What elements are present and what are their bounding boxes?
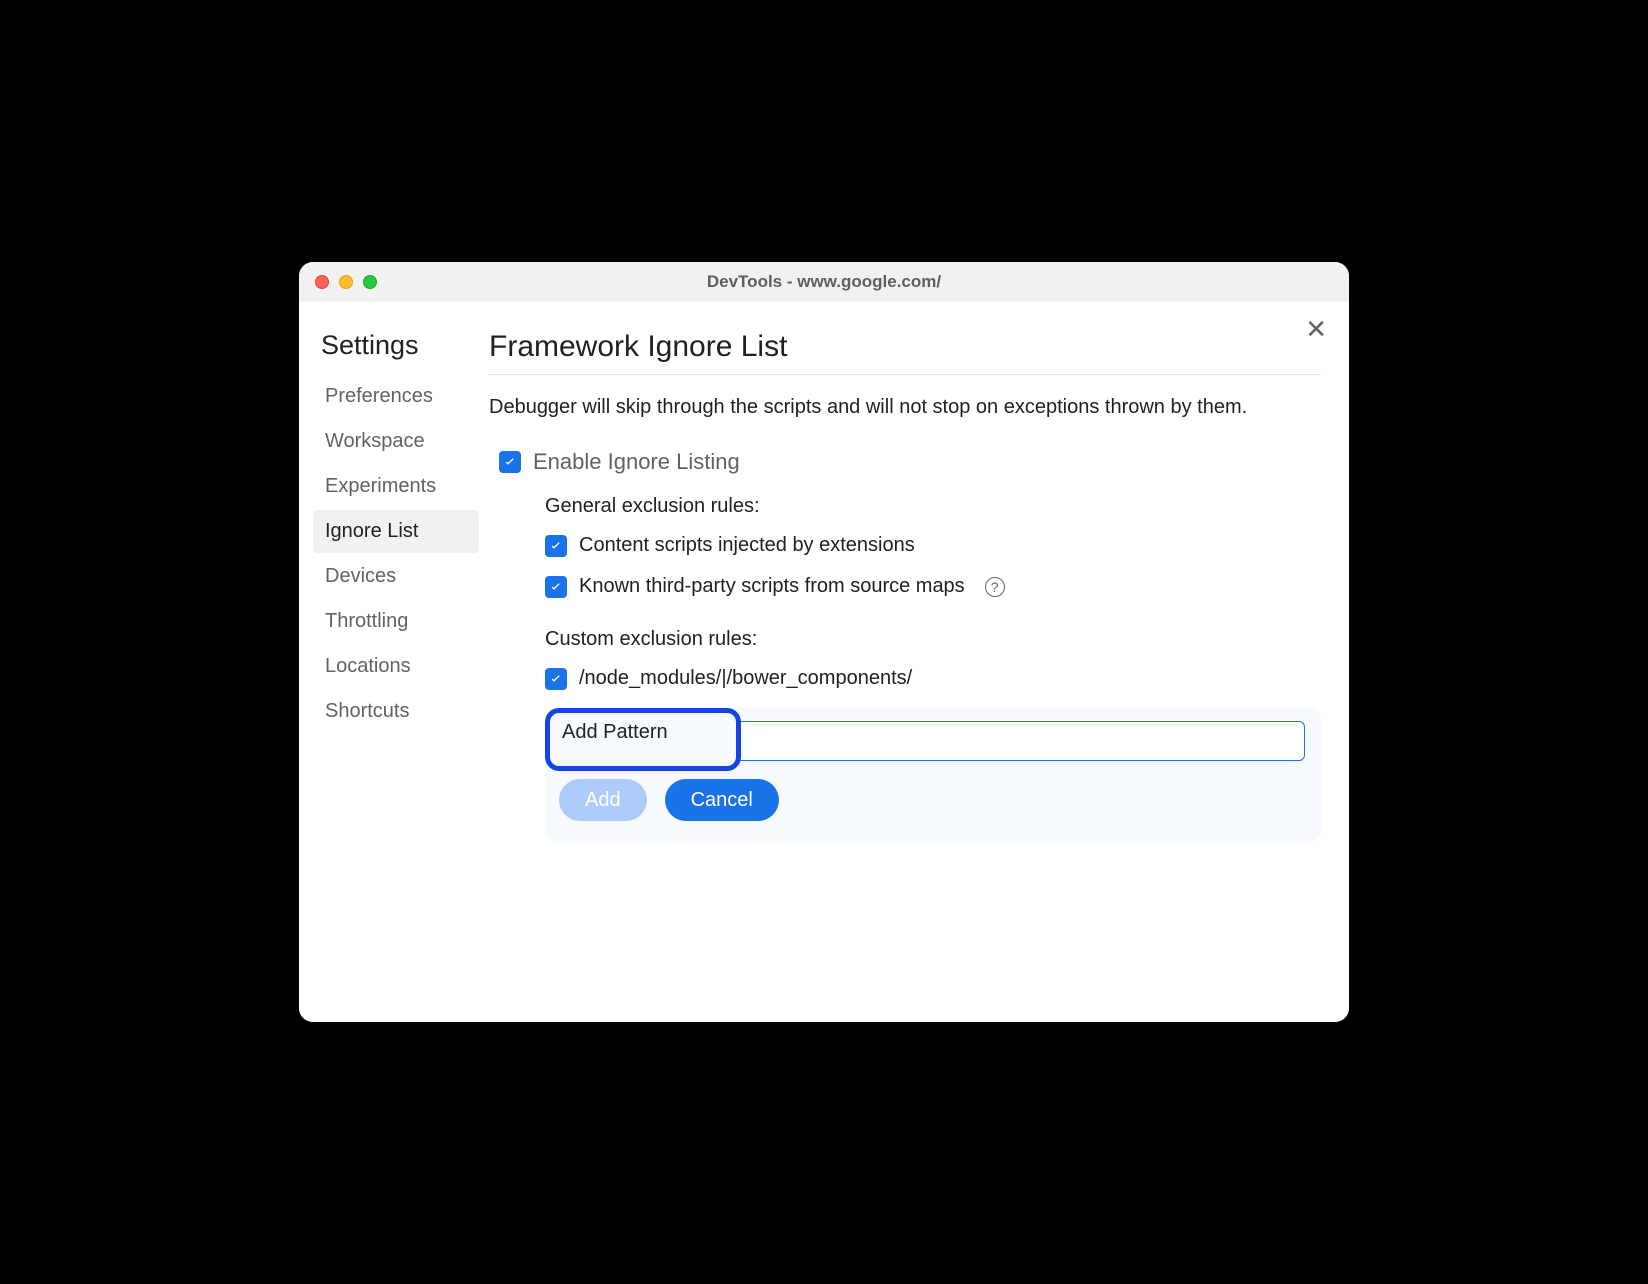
general-rule-row: Content scripts injected by extensions xyxy=(489,534,1321,557)
sidebar-item-workspace[interactable]: Workspace xyxy=(313,420,479,463)
page-description: Debugger will skip through the scripts a… xyxy=(489,393,1321,421)
add-pattern-panel: Add Pattern /framework\.js$ Add Cancel xyxy=(545,708,1321,841)
button-row: Add Cancel xyxy=(559,779,1305,821)
general-rule-label: Content scripts injected by extensions xyxy=(579,534,915,557)
window-title: DevTools - www.google.com/ xyxy=(299,272,1349,292)
page-title: Framework Ignore List xyxy=(489,330,1321,375)
enable-ignore-checkbox[interactable] xyxy=(499,451,521,473)
help-icon[interactable]: ? xyxy=(985,577,1005,597)
devtools-window: DevTools - www.google.com/ ✕ Settings Pr… xyxy=(299,262,1349,1022)
add-pattern-highlight: Add Pattern xyxy=(545,708,741,771)
general-rule-checkbox[interactable] xyxy=(545,535,567,557)
general-rules-heading: General exclusion rules: xyxy=(489,495,1321,518)
sidebar-item-locations[interactable]: Locations xyxy=(313,645,479,688)
custom-rule-row: /node_modules/|/bower_components/ xyxy=(489,667,1321,690)
check-icon xyxy=(548,579,564,595)
sidebar-item-shortcuts[interactable]: Shortcuts xyxy=(313,690,479,733)
general-rule-checkbox[interactable] xyxy=(545,576,567,598)
sidebar: Settings PreferencesWorkspaceExperiments… xyxy=(299,302,479,1022)
cancel-button[interactable]: Cancel xyxy=(665,779,779,821)
general-rule-label: Known third-party scripts from source ma… xyxy=(579,575,965,598)
check-icon xyxy=(548,671,564,687)
add-pattern-label: Add Pattern xyxy=(562,721,724,744)
custom-rule-label: /node_modules/|/bower_components/ xyxy=(579,667,912,690)
enable-ignore-label: Enable Ignore Listing xyxy=(533,449,740,475)
sidebar-item-preferences[interactable]: Preferences xyxy=(313,375,479,418)
check-icon xyxy=(502,454,518,470)
general-rule-row: Known third-party scripts from source ma… xyxy=(489,575,1321,598)
settings-body: ✕ Settings PreferencesWorkspaceExperimen… xyxy=(299,302,1349,1022)
settings-heading: Settings xyxy=(313,330,479,375)
custom-rule-checkbox[interactable] xyxy=(545,668,567,690)
titlebar: DevTools - www.google.com/ xyxy=(299,262,1349,302)
sidebar-item-devices[interactable]: Devices xyxy=(313,555,479,598)
close-icon[interactable]: ✕ xyxy=(1305,316,1327,342)
check-icon xyxy=(548,538,564,554)
main-panel: Framework Ignore List Debugger will skip… xyxy=(479,302,1349,1022)
sidebar-item-experiments[interactable]: Experiments xyxy=(313,465,479,508)
sidebar-item-throttling[interactable]: Throttling xyxy=(313,600,479,643)
enable-ignore-row: Enable Ignore Listing xyxy=(499,449,1321,475)
sidebar-item-ignore-list[interactable]: Ignore List xyxy=(313,510,479,553)
custom-rules-heading: Custom exclusion rules: xyxy=(489,628,1321,651)
add-button[interactable]: Add xyxy=(559,779,647,821)
